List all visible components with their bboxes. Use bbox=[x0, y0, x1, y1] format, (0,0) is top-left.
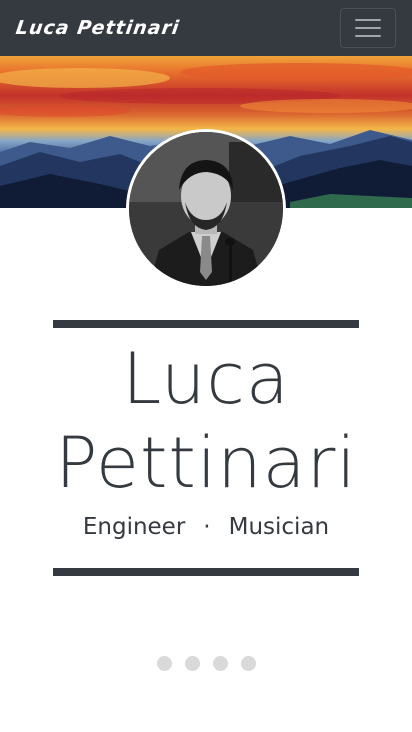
role-musician: Musician bbox=[228, 514, 330, 540]
role-separator: · bbox=[203, 514, 211, 540]
top-navbar: Luca Pettinari bbox=[0, 0, 412, 56]
brand-logo[interactable]: Luca Pettinari bbox=[14, 17, 181, 39]
menu-toggle-button[interactable] bbox=[340, 8, 396, 48]
profile-avatar bbox=[126, 129, 286, 289]
carousel-indicator-4[interactable] bbox=[240, 656, 256, 671]
carousel-indicator-1[interactable] bbox=[156, 656, 172, 671]
portrait-photo bbox=[129, 132, 283, 286]
role-engineer: Engineer bbox=[82, 514, 186, 540]
carousel-indicator-3[interactable] bbox=[212, 656, 228, 671]
carousel-indicator-2[interactable] bbox=[184, 656, 200, 671]
roles-line: Engineer · Musician bbox=[0, 514, 412, 540]
hamburger-icon bbox=[355, 19, 381, 21]
last-name-heading: Pettinari bbox=[55, 422, 357, 504]
hamburger-icon-bar bbox=[355, 35, 381, 37]
divider-top bbox=[53, 320, 359, 328]
carousel-indicators bbox=[0, 656, 412, 671]
first-name-heading: Luca bbox=[122, 338, 290, 420]
divider-bottom bbox=[53, 568, 359, 576]
hamburger-icon-bar bbox=[355, 27, 381, 29]
